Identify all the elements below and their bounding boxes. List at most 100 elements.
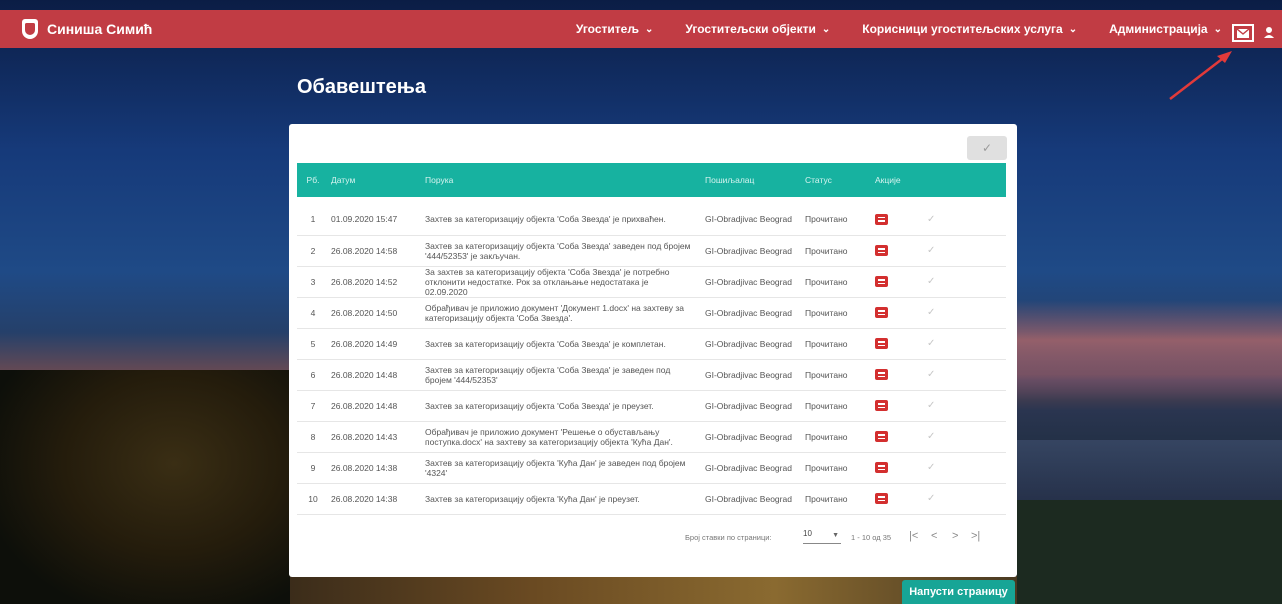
check-icon[interactable]: ✓ — [927, 276, 935, 287]
table-row[interactable]: 6 26.08.2020 14:48 Захтев за категоризациј… — [297, 359, 1006, 390]
row-message: Захтев за категоризацију објекта 'Соба З… — [425, 400, 654, 411]
row-number: 7 — [310, 400, 316, 411]
row-message: Обрађивач је приложио документ 'Решење о… — [425, 426, 673, 447]
row-message: Захтев за категоризацију објекта 'Соба З… — [425, 240, 691, 261]
check-icon[interactable]: ✓ — [927, 462, 935, 473]
check-icon[interactable]: ✓ — [927, 338, 935, 349]
leave-page-button[interactable]: Напусти страницу — [902, 580, 1015, 604]
table-row[interactable]: 1 01.09.2020 15:47 Захтев за категоризациј… — [297, 204, 1006, 235]
document-icon[interactable] — [875, 213, 888, 225]
prev-page-icon[interactable]: < — [931, 530, 937, 542]
row-status: Прочитано — [805, 276, 848, 287]
check-icon[interactable]: ✓ — [927, 214, 935, 225]
document-icon[interactable] — [875, 400, 888, 412]
col-header-read — [921, 163, 1006, 197]
row-status: Прочитано — [805, 493, 848, 504]
row-date: 26.08.2020 14:49 — [331, 338, 398, 349]
col-header-actions: Акције — [875, 175, 901, 185]
row-date: 26.08.2020 14:38 — [331, 493, 398, 504]
table-row[interactable]: 3 26.08.2020 14:52 За захтев за категориза… — [297, 266, 1006, 297]
row-date: 01.09.2020 15:47 — [331, 214, 398, 225]
col-header-status: Статус — [805, 175, 832, 185]
row-status: Прочитано — [805, 369, 848, 380]
paginator: Број ставки по страници: 10 ▼ 1 - 10 од … — [289, 527, 1017, 549]
table-row[interactable]: 5 26.08.2020 14:49 Захтев за категоризациј… — [297, 328, 1006, 359]
row-sender: GI-Obradjivac Beograd — [705, 369, 792, 380]
page-title: Обавештења — [297, 76, 427, 98]
row-status: Прочитано — [805, 431, 848, 442]
row-read: ✓ — [921, 452, 1006, 483]
table-row[interactable]: 10 26.08.2020 14:38 Захтев за категоризаци… — [297, 483, 1006, 514]
check-icon[interactable]: ✓ — [927, 307, 935, 318]
row-message: Захтев за категоризацију објекта 'Соба З… — [425, 338, 666, 349]
row-sender: GI-Obradjivac Beograd — [705, 276, 792, 287]
last-page-icon[interactable]: >| — [971, 530, 980, 542]
row-number: 6 — [310, 369, 316, 380]
row-read: ✓ — [921, 235, 1006, 266]
row-message: Обрађивач је приложио документ 'Документ… — [425, 302, 684, 323]
row-actions — [869, 204, 921, 235]
row-actions — [869, 452, 921, 483]
row-sender: GI-Obradjivac Beograd — [705, 307, 792, 318]
document-icon[interactable] — [875, 276, 888, 288]
row-read: ✓ — [921, 359, 1006, 390]
row-sender: GI-Obradjivac Beograd — [705, 462, 792, 473]
row-message: Захтев за категоризацију објекта 'Кућа Д… — [425, 457, 686, 478]
row-actions — [869, 421, 921, 452]
row-sender: GI-Obradjivac Beograd — [705, 493, 792, 504]
col-header-date: Датум — [331, 175, 356, 185]
document-icon[interactable] — [875, 431, 888, 443]
row-actions — [869, 297, 921, 328]
row-actions — [869, 359, 921, 390]
row-message: За захтев за категоризацију објекта 'Соб… — [425, 266, 670, 297]
check-icon[interactable]: ✓ — [927, 431, 935, 442]
table-row[interactable]: 8 26.08.2020 14:43 Обрађивач је приложио д… — [297, 421, 1006, 452]
check-icon[interactable]: ✓ — [927, 400, 935, 411]
first-page-icon[interactable]: |< — [909, 530, 918, 542]
row-number: 10 — [308, 493, 318, 504]
table-row[interactable]: 4 26.08.2020 14:50 Обрађивач је приложио д… — [297, 297, 1006, 328]
mark-all-read-button[interactable]: ✓ — [967, 136, 1007, 160]
row-number: 1 — [310, 214, 316, 225]
row-date: 26.08.2020 14:48 — [331, 400, 398, 411]
row-status: Прочитано — [805, 214, 848, 225]
row-number: 3 — [310, 276, 316, 287]
table-row[interactable]: 9 26.08.2020 14:38 Захтев за категоризациј… — [297, 452, 1006, 483]
document-icon[interactable] — [875, 245, 888, 257]
row-message: Захтев за категоризацију објекта 'Соба З… — [425, 214, 666, 225]
row-sender: GI-Obradjivac Beograd — [705, 214, 792, 225]
row-actions — [869, 483, 921, 514]
page-size-select[interactable]: 10 ▼ — [803, 529, 841, 544]
table-row[interactable]: 7 26.08.2020 14:48 Захтев за категоризациј… — [297, 390, 1006, 421]
row-status: Прочитано — [805, 462, 848, 473]
row-number: 2 — [310, 245, 316, 256]
col-header-message: Порука — [425, 175, 454, 185]
next-page-icon[interactable]: > — [952, 530, 958, 542]
row-sender: GI-Obradjivac Beograd — [705, 431, 792, 442]
col-header-sender: Пошиљалац — [705, 175, 755, 185]
row-date: 26.08.2020 14:58 — [331, 245, 398, 256]
table-row[interactable]: 2 26.08.2020 14:58 Захтев за категоризациј… — [297, 235, 1006, 266]
row-actions — [869, 390, 921, 421]
caret-down-icon: ▼ — [832, 532, 839, 539]
page-range: 1 - 10 од 35 — [851, 533, 892, 542]
document-icon[interactable] — [875, 493, 888, 505]
document-icon[interactable] — [875, 307, 888, 319]
check-icon[interactable]: ✓ — [927, 369, 935, 380]
row-number: 9 — [310, 462, 316, 473]
document-icon[interactable] — [875, 338, 888, 350]
row-date: 26.08.2020 14:43 — [331, 431, 398, 442]
row-read: ✓ — [921, 483, 1006, 514]
col-header-no: Рб. — [306, 175, 320, 185]
document-icon[interactable] — [875, 462, 888, 474]
row-date: 26.08.2020 14:50 — [331, 307, 398, 318]
row-read: ✓ — [921, 328, 1006, 359]
row-number: 8 — [310, 431, 316, 442]
items-per-page-label: Број ставки по страници: — [685, 533, 772, 542]
document-icon[interactable] — [875, 369, 888, 381]
check-icon[interactable]: ✓ — [927, 245, 935, 256]
row-status: Прочитано — [805, 307, 848, 318]
row-status: Прочитано — [805, 338, 848, 349]
notifications-card: ✓ Рб. Датум Порука Пошиљалац Статус Акци… — [289, 124, 1017, 577]
check-icon[interactable]: ✓ — [927, 493, 935, 504]
